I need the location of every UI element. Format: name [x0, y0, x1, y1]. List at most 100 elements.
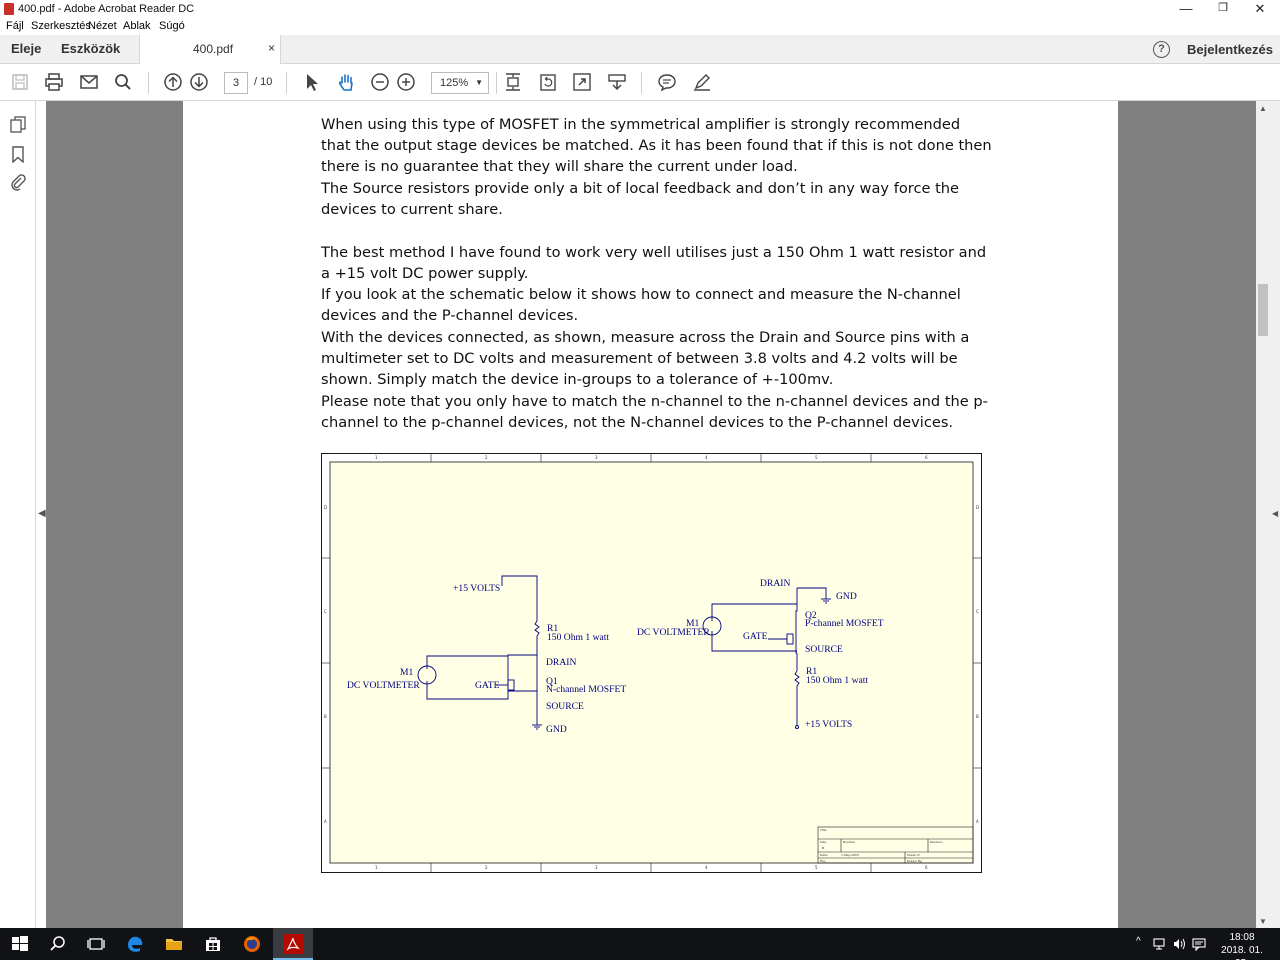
toolbar-separator — [496, 72, 497, 94]
zoom-in-icon[interactable] — [396, 72, 416, 92]
file-explorer-icon[interactable] — [164, 934, 184, 954]
label-right-r-val: 150 Ohm 1 watt — [806, 675, 868, 686]
border-letter: A — [324, 819, 327, 824]
label-right-source: SOURCE — [805, 644, 843, 655]
zoom-value: 125% — [440, 77, 469, 89]
save-icon[interactable] — [10, 72, 30, 92]
expand-panel-arrow-icon[interactable]: ◀ — [38, 508, 46, 519]
clock-time: 18:08 — [1229, 932, 1255, 943]
search-icon[interactable] — [48, 934, 68, 954]
highlight-icon[interactable] — [692, 72, 712, 92]
label-right-m-val: DC VOLTMETER — [637, 627, 710, 638]
title-block-text: 1-May-2003 — [841, 853, 859, 857]
text-line: channel to the p-channel devices, not th… — [321, 414, 954, 431]
scrollbar-thumb[interactable] — [1258, 284, 1268, 336]
vertical-scrollbar[interactable] — [1256, 101, 1270, 928]
title-bar: 400.pdf - Adobe Acrobat Reader DC — ❐ ✕ — [0, 0, 1280, 18]
navigation-panel — [0, 101, 36, 928]
next-page-icon[interactable] — [189, 72, 209, 92]
tab-tools[interactable]: Eszközök — [61, 41, 120, 56]
notifications-icon[interactable] — [1192, 937, 1206, 952]
tab-home[interactable]: Eleje — [11, 41, 41, 56]
text-line: The Source resistors provide only a bit … — [321, 180, 960, 197]
windows-taskbar: ^ 18:08 2018. 01. 25. — [0, 928, 1280, 960]
taskbar-clock[interactable]: 18:08 2018. 01. 25. — [1214, 931, 1270, 960]
email-icon[interactable] — [79, 72, 99, 92]
tab-bar: Eleje Eszközök 400.pdf × ? Bejelentkezés — [0, 35, 1280, 64]
title-block-text: Title — [819, 828, 827, 832]
menu-bar: Fájl Szerkesztés Nézet Ablak Súgó — [0, 18, 1280, 35]
bookmark-icon[interactable] — [9, 145, 27, 164]
pages-icon[interactable] — [9, 115, 27, 133]
network-icon[interactable] — [1153, 937, 1167, 951]
text-line: devices and the P-channel devices. — [321, 307, 579, 324]
close-tab-icon[interactable]: × — [268, 41, 275, 55]
label-right-gnd: GND — [836, 591, 857, 602]
title-block-text: B — [822, 846, 824, 850]
select-icon[interactable] — [302, 72, 322, 92]
windows-start-icon[interactable] — [10, 934, 30, 954]
zoom-out-icon[interactable] — [370, 72, 390, 92]
attachment-icon[interactable] — [9, 173, 27, 191]
label-left-r-val: 150 Ohm 1 watt — [547, 632, 609, 643]
text-line: that the output stage devices be matched… — [321, 137, 992, 154]
zoom-select[interactable]: 125% ▼ — [431, 72, 489, 94]
menu-edit[interactable]: Szerkesztés — [31, 20, 91, 32]
schematic-diagram: 1 2 3 4 5 6 1 2 3 4 5 6 D C B A D C B A — [321, 453, 982, 873]
restore-button[interactable]: ❐ — [1204, 0, 1242, 18]
menu-view[interactable]: Nézet — [88, 20, 117, 32]
label-left-source: SOURCE — [546, 701, 584, 712]
comment-icon[interactable] — [657, 72, 677, 92]
title-block-text: Number — [843, 840, 856, 844]
hand-icon[interactable] — [336, 72, 356, 92]
menu-file[interactable]: Fájl — [6, 20, 24, 32]
scroll-up-arrow-icon[interactable]: ▲ — [1259, 104, 1267, 113]
scroll-down-arrow-icon[interactable]: ▼ — [1259, 917, 1267, 926]
document-viewport[interactable]: When using this type of MOSFET in the sy… — [46, 101, 1256, 928]
border-letter: B — [324, 714, 327, 719]
fit-page-icon[interactable] — [503, 72, 523, 92]
edge-browser-icon[interactable] — [125, 934, 145, 954]
label-right-drain: DRAIN — [760, 578, 790, 589]
menu-window[interactable]: Ablak — [123, 20, 151, 32]
minimize-button[interactable]: — — [1167, 0, 1205, 18]
signin-button[interactable]: Bejelentkezés — [1187, 42, 1273, 57]
window-title: 400.pdf - Adobe Acrobat Reader DC — [18, 3, 195, 15]
prev-page-icon[interactable] — [163, 72, 183, 92]
close-window-button[interactable]: ✕ — [1241, 0, 1279, 18]
acrobat-taskbar-button[interactable] — [273, 928, 313, 960]
print-icon[interactable] — [44, 72, 64, 92]
label-left-q-val: N-channel MOSFET — [546, 684, 626, 695]
rotate-icon[interactable] — [538, 72, 558, 92]
border-letter: C — [324, 609, 327, 614]
tray-expand-icon[interactable]: ^ — [1136, 936, 1141, 947]
scroll-mode-icon[interactable] — [607, 72, 627, 92]
search-icon[interactable] — [113, 72, 133, 92]
page-total: / 10 — [254, 76, 273, 88]
label-right-supply: +15 VOLTS — [805, 719, 852, 730]
title-block-text: Sheet of — [907, 853, 920, 857]
label-left-gnd: GND — [546, 724, 567, 735]
text-line: shown. Simply match the device in-groups… — [321, 371, 834, 388]
label-left-m-ref: M1 — [400, 667, 414, 678]
help-icon[interactable]: ? — [1153, 41, 1170, 58]
toolbar: 3 / 10 125% ▼ — [0, 64, 1280, 101]
pdf-page: When using this type of MOSFET in the sy… — [183, 101, 1118, 928]
chevron-down-icon: ▼ — [475, 78, 483, 87]
label-left-gate: GATE — [475, 680, 500, 691]
title-block-text: Drawn By: — [907, 859, 922, 863]
store-icon[interactable] — [203, 934, 223, 954]
border-letter: D — [976, 505, 979, 510]
page-number-input[interactable]: 3 — [224, 72, 248, 94]
volume-icon[interactable] — [1172, 937, 1186, 951]
menu-help[interactable]: Súgó — [159, 20, 185, 32]
firefox-icon[interactable] — [242, 934, 262, 954]
toolbar-separator — [641, 72, 642, 94]
label-left-drain: DRAIN — [546, 657, 576, 668]
label-left-m-val: DC VOLTMETER — [347, 680, 420, 691]
full-screen-icon[interactable] — [572, 72, 592, 92]
acrobat-app-icon — [4, 3, 14, 15]
tab-document[interactable]: 400.pdf × — [139, 35, 281, 64]
task-view-icon[interactable] — [86, 934, 106, 954]
expand-right-panel-icon[interactable]: ◀ — [1272, 509, 1278, 518]
